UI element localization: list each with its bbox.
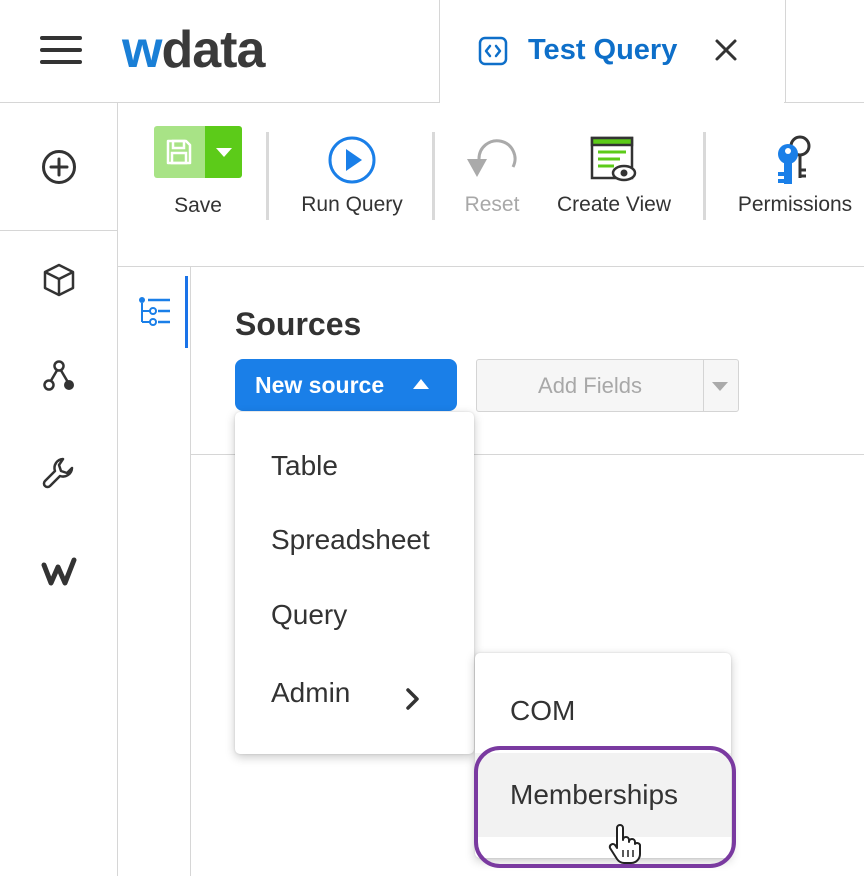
save-label: Save [174,194,222,217]
save-button[interactable] [154,126,205,178]
menu-item-table[interactable]: Table [235,434,474,498]
reset-label[interactable]: Reset [452,192,532,218]
submenu-item-com[interactable]: COM [475,669,731,753]
menu-item-query[interactable]: Query [235,583,474,647]
floppy-disk-icon [166,139,192,165]
caret-up-icon [413,379,429,389]
caret-down-icon[interactable] [712,382,728,391]
add-fields-label: Add Fields [538,373,642,398]
wrench-icon[interactable] [41,455,77,491]
permissions-keys-icon[interactable] [772,134,818,186]
topbar-divider [0,102,440,103]
toolbar-separator [703,132,706,220]
create-view-icon[interactable] [590,136,638,184]
reset-undo-icon[interactable] [465,137,517,181]
permissions-label[interactable]: Permissions [730,192,860,218]
save-dropdown-button[interactable] [205,126,242,178]
menu-item-label: Query [271,599,348,630]
toolbar-divider [118,266,864,267]
new-source-label: New source [255,372,385,398]
rail-separator [0,230,118,231]
tree-list-icon[interactable] [138,296,172,328]
caret-down-icon [216,148,232,157]
highlight-ring [474,746,736,868]
menu-item-admin[interactable]: Admin [235,662,474,726]
menu-item-label: Spreadsheet [271,524,430,555]
code-file-icon [478,36,508,66]
toolbar-separator [266,132,269,220]
add-fields-divider [703,360,704,411]
menu-item-label: Table [271,450,338,481]
logo-w: w [122,21,162,79]
rail-border [117,103,118,876]
sources-title: Sources [235,306,362,342]
workiva-w-icon[interactable] [41,555,77,591]
chevron-right-icon [406,688,419,710]
hand-pointer-cursor-icon [608,824,641,864]
submenu-item-label: COM [510,695,576,726]
menu-item-label: Admin [271,677,351,708]
logo-text: data [161,21,265,79]
run-query-icon[interactable] [327,135,377,185]
graph-nodes-icon[interactable] [41,358,77,394]
add-fields-button[interactable]: Add Fields [476,359,739,412]
cube-icon[interactable] [41,262,77,298]
new-source-menu: Table Spreadsheet Query Admin [235,412,474,754]
menu-item-spreadsheet[interactable]: Spreadsheet [235,508,474,572]
create-view-label[interactable]: Create View [546,192,682,218]
run-query-label[interactable]: Run Query [290,192,414,218]
tab-title: Test Query [528,34,678,66]
close-icon[interactable] [712,36,740,64]
toolbar-separator [432,132,435,220]
save-split-button[interactable] [154,126,242,178]
topbar-divider [784,102,864,103]
app-logo: wdata [122,20,265,80]
hamburger-menu-icon[interactable] [40,36,82,64]
panel-border [190,267,191,876]
active-panel-indicator [185,276,188,348]
add-circle-icon[interactable] [41,149,77,185]
new-source-button[interactable]: New source [235,359,457,411]
